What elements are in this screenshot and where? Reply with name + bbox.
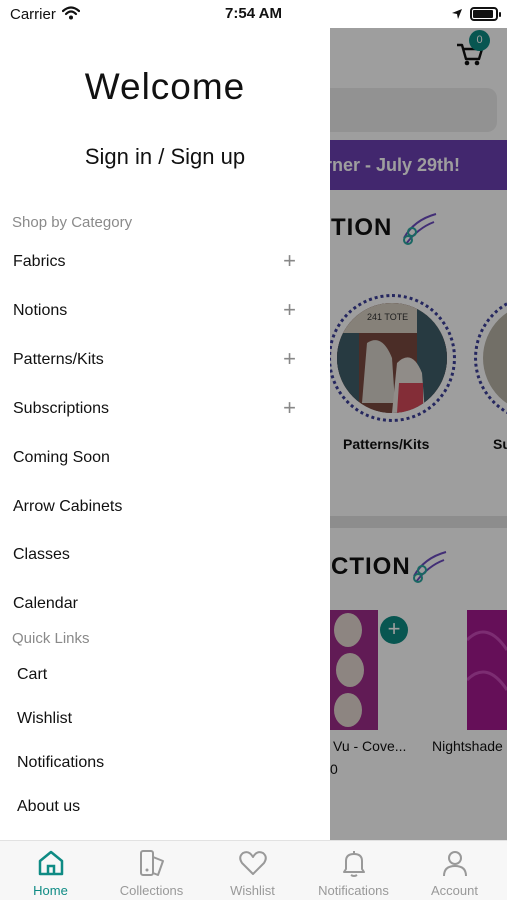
quick-link-about-us[interactable]: About us bbox=[17, 798, 80, 816]
tab-label: Notifications bbox=[318, 883, 389, 898]
bottom-tab-bar: Home Collections Wishlist Notifications … bbox=[0, 840, 507, 900]
tab-label: Account bbox=[431, 883, 478, 898]
tab-label: Home bbox=[33, 883, 68, 898]
drawer-item-arrow-cabinets[interactable]: Arrow Cabinets bbox=[13, 492, 313, 522]
drawer-item-patterns-kits[interactable]: Patterns/Kits + bbox=[13, 345, 313, 375]
drawer-title: Welcome bbox=[84, 66, 246, 107]
drawer-item-label: Arrow Cabinets bbox=[13, 498, 123, 515]
expand-icon[interactable]: + bbox=[283, 394, 296, 422]
home-icon bbox=[38, 850, 64, 876]
quick-link-cart[interactable]: Cart bbox=[17, 666, 47, 684]
drawer-item-coming-soon[interactable]: Coming Soon bbox=[13, 443, 313, 473]
tab-notifications[interactable]: Notifications bbox=[303, 841, 404, 900]
status-bar: Carrier 7:54 AM bbox=[0, 0, 507, 28]
shop-by-category-heading: Shop by Category bbox=[12, 214, 133, 231]
battery-icon bbox=[470, 7, 501, 21]
drawer-item-subscriptions[interactable]: Subscriptions + bbox=[13, 394, 313, 424]
tab-label: Wishlist bbox=[230, 883, 275, 898]
tab-collections[interactable]: Collections bbox=[101, 841, 202, 900]
tab-account[interactable]: Account bbox=[404, 841, 505, 900]
tab-label: Collections bbox=[119, 883, 184, 898]
drawer-item-classes[interactable]: Classes bbox=[13, 540, 313, 570]
drawer-item-notions[interactable]: Notions + bbox=[13, 296, 313, 326]
quick-link-notifications[interactable]: Notifications bbox=[17, 754, 104, 772]
drawer-item-label: Fabrics bbox=[13, 253, 66, 270]
tab-wishlist[interactable]: Wishlist bbox=[202, 841, 303, 900]
drawer-item-label: Coming Soon bbox=[13, 449, 110, 466]
expand-icon[interactable]: + bbox=[283, 345, 296, 373]
bell-icon bbox=[343, 851, 365, 877]
person-icon bbox=[443, 851, 467, 877]
quick-link-wishlist[interactable]: Wishlist bbox=[17, 710, 72, 728]
drawer-item-label: Notions bbox=[13, 302, 68, 319]
location-arrow-icon bbox=[451, 7, 463, 25]
drawer-item-label: Subscriptions bbox=[13, 400, 110, 417]
drawer-item-calendar[interactable]: Calendar bbox=[13, 589, 313, 619]
heart-icon bbox=[239, 851, 267, 875]
drawer-item-label: Patterns/Kits bbox=[13, 351, 104, 368]
tab-home[interactable]: Home bbox=[0, 841, 101, 900]
drawer-item-fabrics[interactable]: Fabrics + bbox=[13, 247, 313, 277]
side-drawer: Welcome Sign in / Sign up Shop by Catego… bbox=[0, 28, 330, 840]
drawer-item-label: Classes bbox=[13, 546, 70, 563]
quick-links-heading: Quick Links bbox=[12, 630, 90, 647]
status-time: 7:54 AM bbox=[225, 5, 282, 22]
sign-in-link[interactable]: Sign in / Sign up bbox=[0, 144, 330, 170]
drawer-item-label: Calendar bbox=[13, 595, 78, 612]
expand-icon[interactable]: + bbox=[283, 296, 296, 324]
collections-icon bbox=[140, 850, 164, 876]
expand-icon[interactable]: + bbox=[283, 247, 296, 275]
